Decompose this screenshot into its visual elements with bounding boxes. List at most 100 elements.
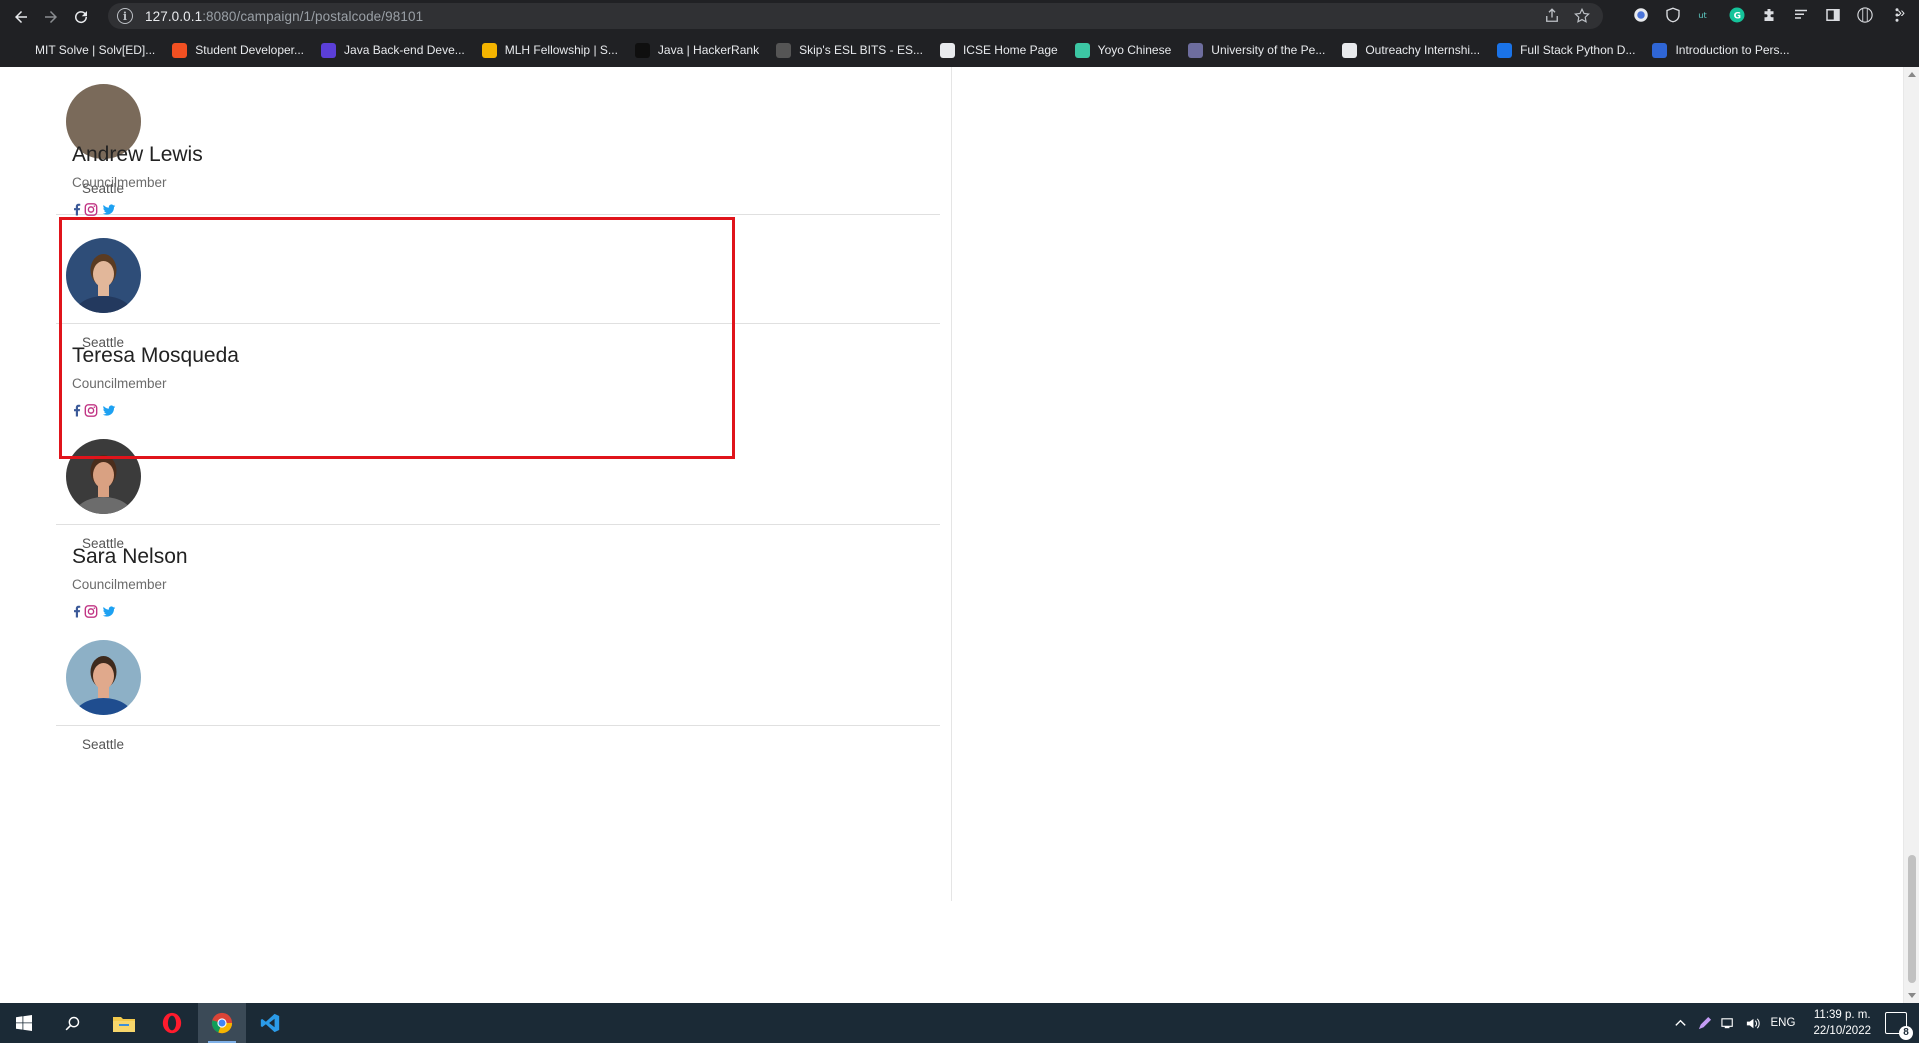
- bookmark-favicon-icon: [634, 42, 650, 58]
- bookmark-favicon-icon: [12, 42, 27, 58]
- side-panel-icon[interactable]: [1822, 4, 1844, 26]
- bookmark-favicon-icon: [1188, 42, 1204, 58]
- councilmember-avatar: [66, 640, 141, 715]
- councilmember-role: Councilmember: [72, 376, 167, 391]
- councilmember-card: Andrew Lewis Councilmember Seattle: [56, 123, 940, 350]
- bookmark-item[interactable]: Outreachy Internshi...: [1342, 42, 1481, 58]
- bookmark-favicon-icon: [172, 42, 188, 58]
- bookmark-item[interactable]: Java | HackerRank: [634, 42, 760, 58]
- councilmember-avatar: [66, 439, 141, 514]
- bookmark-item[interactable]: MLH Fellowship | S...: [481, 42, 618, 58]
- page-content: Seattle Andrew Lewis Councilmember Seattle…: [0, 67, 1903, 1003]
- windows-taskbar: ENG 11:39 p. m. 22/10/2022 8: [0, 1003, 1919, 1043]
- page-scrollbar[interactable]: [1903, 67, 1919, 1003]
- bookmark-label: ICSE Home Page: [962, 43, 1058, 57]
- twitter-icon[interactable]: [101, 202, 117, 217]
- notification-icon[interactable]: 8: [1885, 1012, 1913, 1040]
- bookmark-label: University of the Pe...: [1211, 43, 1326, 57]
- bookmark-item[interactable]: Java Back-end Deve...: [321, 42, 465, 58]
- browser-chrome: i 127.0.0.1:8080/campaign/1/postalcode/9…: [0, 0, 1919, 67]
- system-tray: ENG 11:39 p. m. 22/10/2022 8: [1669, 1003, 1919, 1043]
- bookmark-item[interactable]: University of the Pe...: [1188, 42, 1326, 58]
- councilmember-name: Andrew Lewis: [72, 143, 203, 166]
- bookmark-favicon-icon: [1652, 42, 1668, 58]
- pen-icon[interactable]: [1693, 1011, 1717, 1035]
- bookmark-label: Java | HackerRank: [657, 43, 760, 57]
- language-indicator[interactable]: ENG: [1771, 1017, 1796, 1029]
- social-links: [72, 202, 117, 217]
- social-links: [72, 604, 117, 619]
- back-icon[interactable]: [6, 2, 36, 32]
- bookmark-label: MIT Solve | Solv[ED]...: [35, 43, 156, 57]
- extension-globe-icon[interactable]: [1630, 4, 1652, 26]
- extension-ut-icon[interactable]: ut: [1694, 4, 1716, 26]
- councilmember-name: Teresa Mosqueda: [72, 344, 239, 367]
- bookmark-label: Outreachy Internshi...: [1365, 43, 1481, 57]
- bookmark-label: Java Back-end Deve...: [344, 43, 465, 57]
- profile-icon[interactable]: [1854, 4, 1876, 26]
- forward-icon[interactable]: [36, 2, 66, 32]
- site-info-icon[interactable]: i: [117, 8, 133, 24]
- councilmember-card: Sara Nelson Councilmember Seattle: [56, 525, 940, 752]
- bookmark-item[interactable]: MIT Solve | Solv[ED]...: [12, 42, 156, 58]
- scroll-up-icon[interactable]: [1908, 72, 1916, 77]
- url-text: 127.0.0.1:8080/campaign/1/postalcode/981…: [145, 8, 424, 24]
- network-icon[interactable]: [1717, 1011, 1741, 1035]
- bookmark-item[interactable]: Introduction to Pers...: [1652, 42, 1790, 58]
- councilmember-role: Councilmember: [72, 577, 167, 592]
- scrollbar-thumb[interactable]: [1908, 855, 1916, 983]
- bookmark-item[interactable]: Full Stack Python D...: [1497, 42, 1636, 58]
- notification-count: 8: [1899, 1026, 1913, 1040]
- clock[interactable]: 11:39 p. m. 22/10/2022: [1813, 1007, 1871, 1039]
- grammarly-icon[interactable]: G: [1726, 4, 1748, 26]
- extension-shield-icon[interactable]: [1662, 4, 1684, 26]
- bookmark-item[interactable]: Student Developer...: [172, 42, 304, 58]
- bookmark-item[interactable]: ICSE Home Page: [939, 42, 1058, 58]
- svg-text:G: G: [1734, 11, 1741, 21]
- opera-icon[interactable]: [148, 1003, 196, 1043]
- bookmark-item[interactable]: Skip's ESL BITS - ES...: [776, 42, 923, 58]
- scroll-down-icon[interactable]: [1908, 993, 1916, 998]
- chevron-up-icon[interactable]: [1669, 1011, 1693, 1035]
- facebook-icon[interactable]: [72, 202, 81, 217]
- councilmember-role: Councilmember: [72, 175, 167, 190]
- bookmarks-overflow-icon[interactable]: »: [1897, 4, 1905, 20]
- bookmark-label: Yoyo Chinese: [1097, 43, 1172, 57]
- reload-icon[interactable]: [66, 2, 96, 32]
- vscode-icon[interactable]: [246, 1003, 294, 1043]
- file-explorer-icon[interactable]: [100, 1003, 148, 1043]
- extensions-puzzle-icon[interactable]: [1758, 4, 1780, 26]
- bookmark-label: Full Stack Python D...: [1520, 43, 1636, 57]
- councilmember-card: Teresa Mosqueda Councilmember Seattle: [56, 324, 940, 551]
- bookmark-favicon-icon: [321, 42, 337, 58]
- bookmark-label: MLH Fellowship | S...: [504, 43, 618, 57]
- clock-date: 22/10/2022: [1813, 1025, 1871, 1037]
- search-icon[interactable]: [48, 1003, 96, 1043]
- chrome-icon[interactable]: [198, 1003, 246, 1043]
- windows-start-icon[interactable]: [0, 1003, 48, 1043]
- bookmark-label: Skip's ESL BITS - ES...: [799, 43, 923, 57]
- share-icon[interactable]: [1543, 7, 1561, 25]
- address-bar[interactable]: i 127.0.0.1:8080/campaign/1/postalcode/9…: [108, 3, 1603, 29]
- bookmark-label: Introduction to Pers...: [1675, 43, 1790, 57]
- instagram-icon[interactable]: [84, 403, 98, 418]
- instagram-icon[interactable]: [84, 202, 98, 217]
- instagram-icon[interactable]: [84, 604, 98, 619]
- councilmember-avatar: [66, 238, 141, 313]
- twitter-icon[interactable]: [101, 604, 117, 619]
- column-divider: [951, 67, 952, 901]
- volume-icon[interactable]: [1741, 1011, 1765, 1035]
- bookmark-star-icon[interactable]: [1573, 7, 1591, 25]
- clock-time: 11:39 p. m.: [1813, 1009, 1871, 1021]
- bookmark-favicon-icon: [1074, 42, 1090, 58]
- bookmark-favicon-icon: [481, 42, 497, 58]
- facebook-icon[interactable]: [72, 604, 81, 619]
- bookmark-favicon-icon: [939, 42, 955, 58]
- bookmark-item[interactable]: Yoyo Chinese: [1074, 42, 1172, 58]
- social-links: [72, 403, 117, 418]
- reading-list-icon[interactable]: [1790, 4, 1812, 26]
- bookmarks-bar: MIT Solve | Solv[ED]... Student Developer…: [0, 36, 1919, 64]
- twitter-icon[interactable]: [101, 403, 117, 418]
- bookmark-favicon-icon: [1497, 42, 1513, 58]
- facebook-icon[interactable]: [72, 403, 81, 418]
